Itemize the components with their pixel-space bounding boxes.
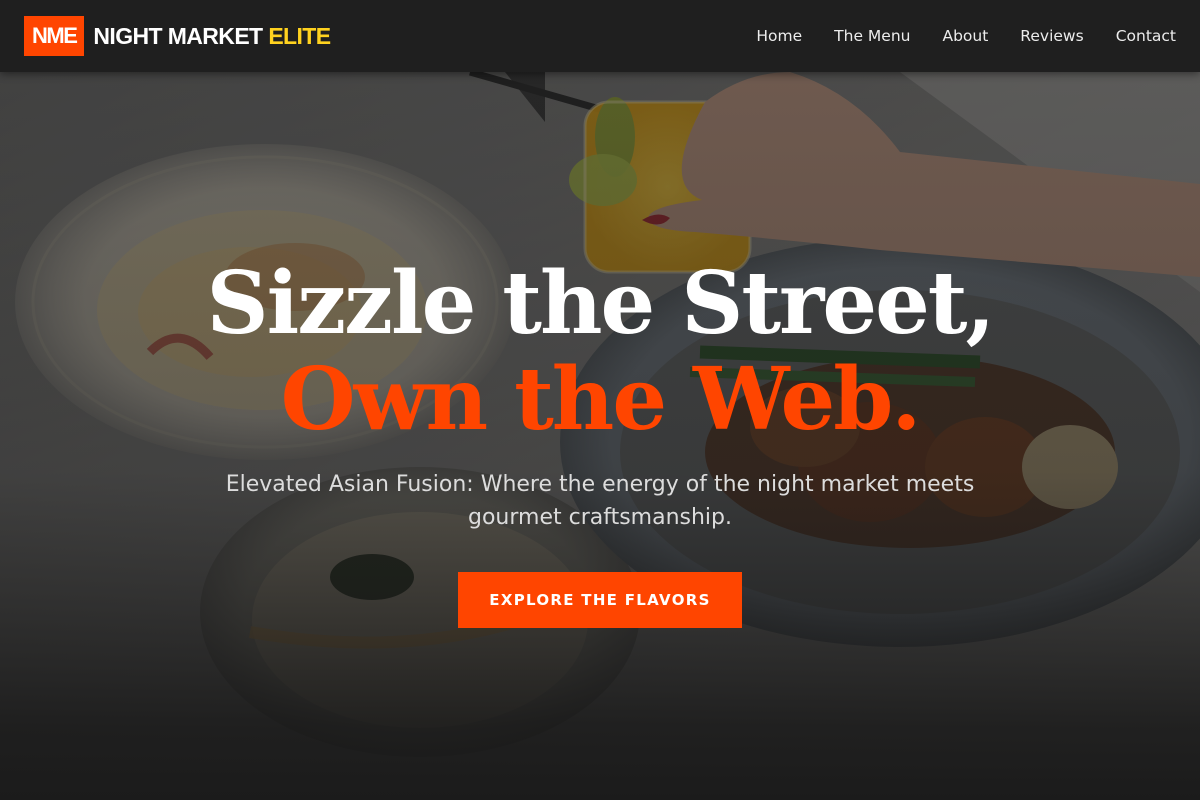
hero-headline: Sizzle the Street, Own the Web.: [0, 256, 1200, 448]
headline-line-2: Own the Web.: [280, 349, 922, 450]
brand-name: NIGHT MARKET ELITE: [93, 22, 331, 50]
nav-link-contact[interactable]: Contact: [1116, 27, 1176, 45]
headline-line-1: Sizzle the Street,: [206, 253, 996, 354]
hero-section: Sizzle the Street, Own the Web. Elevated…: [0, 72, 1200, 800]
logo-badge: NME: [24, 16, 85, 56]
nav-link-about[interactable]: About: [942, 27, 988, 45]
hero-subtitle: Elevated Asian Fusion: Where the energy …: [225, 472, 975, 530]
explore-flavors-button[interactable]: EXPLORE THE FLAVORS: [458, 572, 742, 628]
brand-name-main: NIGHT MARKET: [93, 22, 263, 49]
nav-link-reviews[interactable]: Reviews: [1020, 27, 1083, 45]
hero-content: Sizzle the Street, Own the Web. Elevated…: [0, 72, 1200, 800]
main-nav: Home The Menu About Reviews Contact: [724, 27, 1176, 45]
brand-logo-link[interactable]: NME NIGHT MARKET ELITE: [24, 16, 331, 56]
nav-link-home[interactable]: Home: [756, 27, 802, 45]
page: NME NIGHT MARKET ELITE Home The Menu Abo…: [0, 0, 1200, 800]
brand-name-accent: ELITE: [268, 22, 331, 49]
nav-link-menu[interactable]: The Menu: [834, 27, 910, 45]
navbar: NME NIGHT MARKET ELITE Home The Menu Abo…: [0, 0, 1200, 72]
